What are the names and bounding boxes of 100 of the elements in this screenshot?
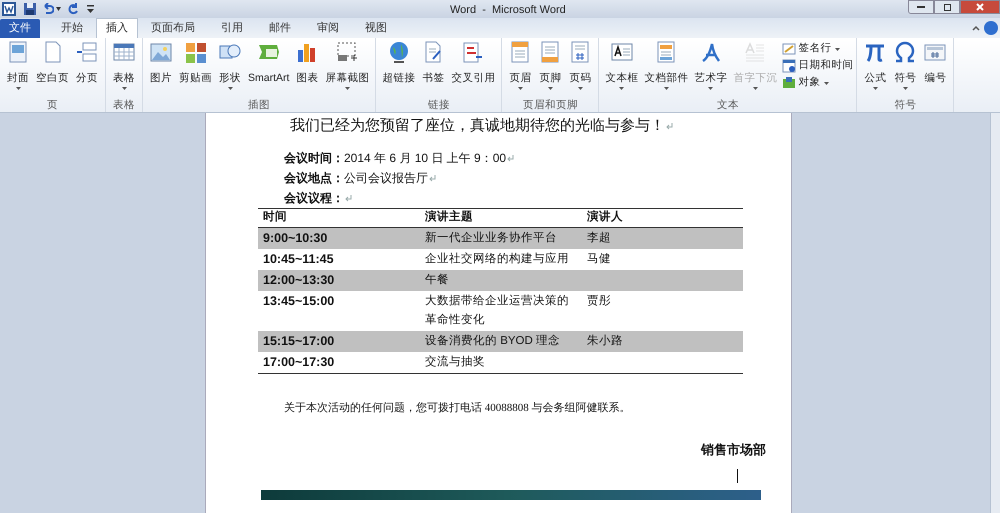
table-cell: 大数据带给企业运营决策的革命性变化	[425, 294, 569, 326]
file-tab[interactable]: 文件	[0, 19, 40, 38]
table-cell: 朱小路	[587, 334, 623, 346]
ribbon-button[interactable]: 书签	[418, 41, 448, 99]
table-cell: 新一代企业业务协作平台	[425, 232, 557, 244]
ribbon-button[interactable]: 符号	[890, 41, 920, 99]
ribbon-button[interactable]: 日期和时间	[782, 58, 854, 74]
caret-icon	[518, 86, 523, 90]
object-icon	[782, 76, 796, 90]
ribbon-button[interactable]: 分页	[72, 41, 102, 99]
ribbon-button[interactable]: 对象	[782, 75, 854, 91]
ribbon-button[interactable]: 屏幕截图	[322, 41, 372, 99]
collapse-ribbon-icon[interactable]	[972, 25, 980, 31]
table-cell: 13:45~15:00	[263, 294, 334, 308]
paragraph-mark-icon	[666, 122, 673, 130]
table-cell: 交流与抽奖	[425, 356, 485, 368]
caret-icon	[548, 86, 553, 90]
caret-icon	[228, 86, 232, 90]
caret-icon	[122, 86, 126, 90]
caret-icon	[752, 86, 758, 90]
table-cell: 12:00~13:30	[263, 272, 334, 286]
caret-icon	[835, 48, 840, 50]
ribbon-button[interactable]: 文本框	[602, 41, 642, 99]
group-label: 符号	[893, 99, 918, 112]
ribbon-button[interactable]: 空白页	[33, 41, 72, 99]
table-cell: 马健	[587, 252, 611, 264]
ribbon-button[interactable]: 公式	[860, 41, 890, 99]
caret-icon	[16, 86, 20, 90]
word-logo-icon[interactable]	[2, 2, 16, 16]
caret-icon	[872, 86, 878, 90]
ribbon-button[interactable]: 页眉	[505, 41, 536, 99]
save-icon[interactable]	[24, 3, 36, 15]
caret-icon	[824, 82, 830, 84]
group-label: 表格	[112, 99, 136, 112]
ribbon-button[interactable]: 交叉引用	[448, 41, 498, 99]
ribbon-tab[interactable]: 引用	[208, 18, 256, 38]
signature-line-icon	[782, 42, 796, 56]
calendar-icon	[782, 59, 796, 73]
column-header: 演讲人	[586, 209, 624, 225]
table-cell: 9:00~10:30	[263, 230, 328, 244]
ribbon-button[interactable]: 超链接	[379, 41, 418, 99]
ribbon-button[interactable]: 形状	[215, 41, 245, 99]
table-cell: 贾彤	[587, 294, 611, 306]
meeting-info-line: 会议议程：	[284, 190, 791, 206]
ribbon-tab[interactable]: 邮件	[256, 18, 304, 38]
close-icon	[976, 3, 984, 11]
caret-icon[interactable]	[56, 7, 61, 11]
ribbon-tab[interactable]: 插入	[96, 18, 138, 38]
group-label: 插图	[247, 99, 272, 112]
table-cell: 李超	[587, 232, 611, 244]
redo-icon[interactable]	[67, 3, 79, 15]
caret-icon	[578, 86, 583, 90]
table-cell: 企业社交网络的构建与应用	[425, 252, 569, 264]
ribbon-button[interactable]: 图表	[292, 41, 322, 99]
ribbon-tab[interactable]: 审阅	[304, 18, 352, 38]
group-label: 页	[46, 99, 59, 112]
scrollbar[interactable]	[990, 113, 1000, 513]
group-label: 文本	[716, 99, 740, 112]
ribbon-button[interactable]: 图片	[146, 41, 176, 99]
table-cell: 10:45~11:45	[263, 252, 334, 266]
ribbon-button[interactable]: 页脚	[535, 41, 566, 99]
caret-icon	[902, 86, 908, 90]
window-title: Word - Microsoft Word	[450, 3, 566, 18]
ribbon-button[interactable]: 艺术字	[691, 41, 730, 99]
column-header: 时间	[262, 209, 288, 225]
caret-icon	[344, 86, 350, 90]
heading-text: 我们已经为您预留了座位，真诚地期待您的光临与参与！	[290, 115, 791, 138]
signature-text: 销售市场部	[701, 441, 766, 459]
clip-art-icon	[184, 41, 208, 65]
help-icon[interactable]	[984, 21, 998, 35]
customize-toolbar-icon[interactable]	[87, 5, 94, 13]
note-paragraph: 关于本次活动的任何问题，您可拨打电话 40088808 与会务组阿健联系。	[284, 400, 632, 416]
ribbon-button[interactable]: 页码	[565, 41, 596, 99]
ribbon-button[interactable]: 剪贴画	[176, 41, 215, 99]
restore-button[interactable]	[934, 0, 960, 14]
table-cell: 设备消费化的 BYOD 理念	[425, 334, 560, 346]
ribbon-button[interactable]: 文档部件	[641, 41, 692, 99]
table-cell: 15:15~17:00	[263, 334, 334, 348]
caret-icon	[708, 86, 714, 90]
ribbon-button[interactable]: 编号	[920, 41, 950, 99]
table-cell: 午餐	[425, 274, 449, 286]
caret-icon	[619, 86, 624, 90]
ribbon-button[interactable]: 签名行	[782, 41, 854, 57]
ribbon-button[interactable]: 封面	[3, 41, 33, 99]
paragraph-mark-icon	[345, 194, 352, 202]
ribbon-tab[interactable]: 视图	[352, 18, 400, 38]
ribbon-button[interactable]: 表格	[109, 41, 139, 99]
column-header: 演讲主题	[424, 209, 474, 225]
group-label: 页眉和页脚	[522, 99, 579, 112]
undo-icon[interactable]	[42, 3, 54, 15]
paragraph-mark-icon	[429, 174, 436, 182]
meeting-info-line: 会议地点：公司会议报告厅	[284, 170, 791, 186]
ribbon-button[interactable]: SmartArt	[245, 41, 292, 99]
minimize-button[interactable]	[908, 0, 934, 14]
ribbon-tab[interactable]: 开始	[48, 18, 96, 38]
close-button[interactable]	[960, 0, 1000, 14]
ribbon-tab[interactable]: 页面布局	[138, 18, 208, 38]
text-cursor	[737, 469, 738, 483]
meeting-info-line: 会议时间：2014 年 6 月 10 日 上午 9：00	[284, 150, 791, 166]
caret-icon	[664, 86, 669, 90]
